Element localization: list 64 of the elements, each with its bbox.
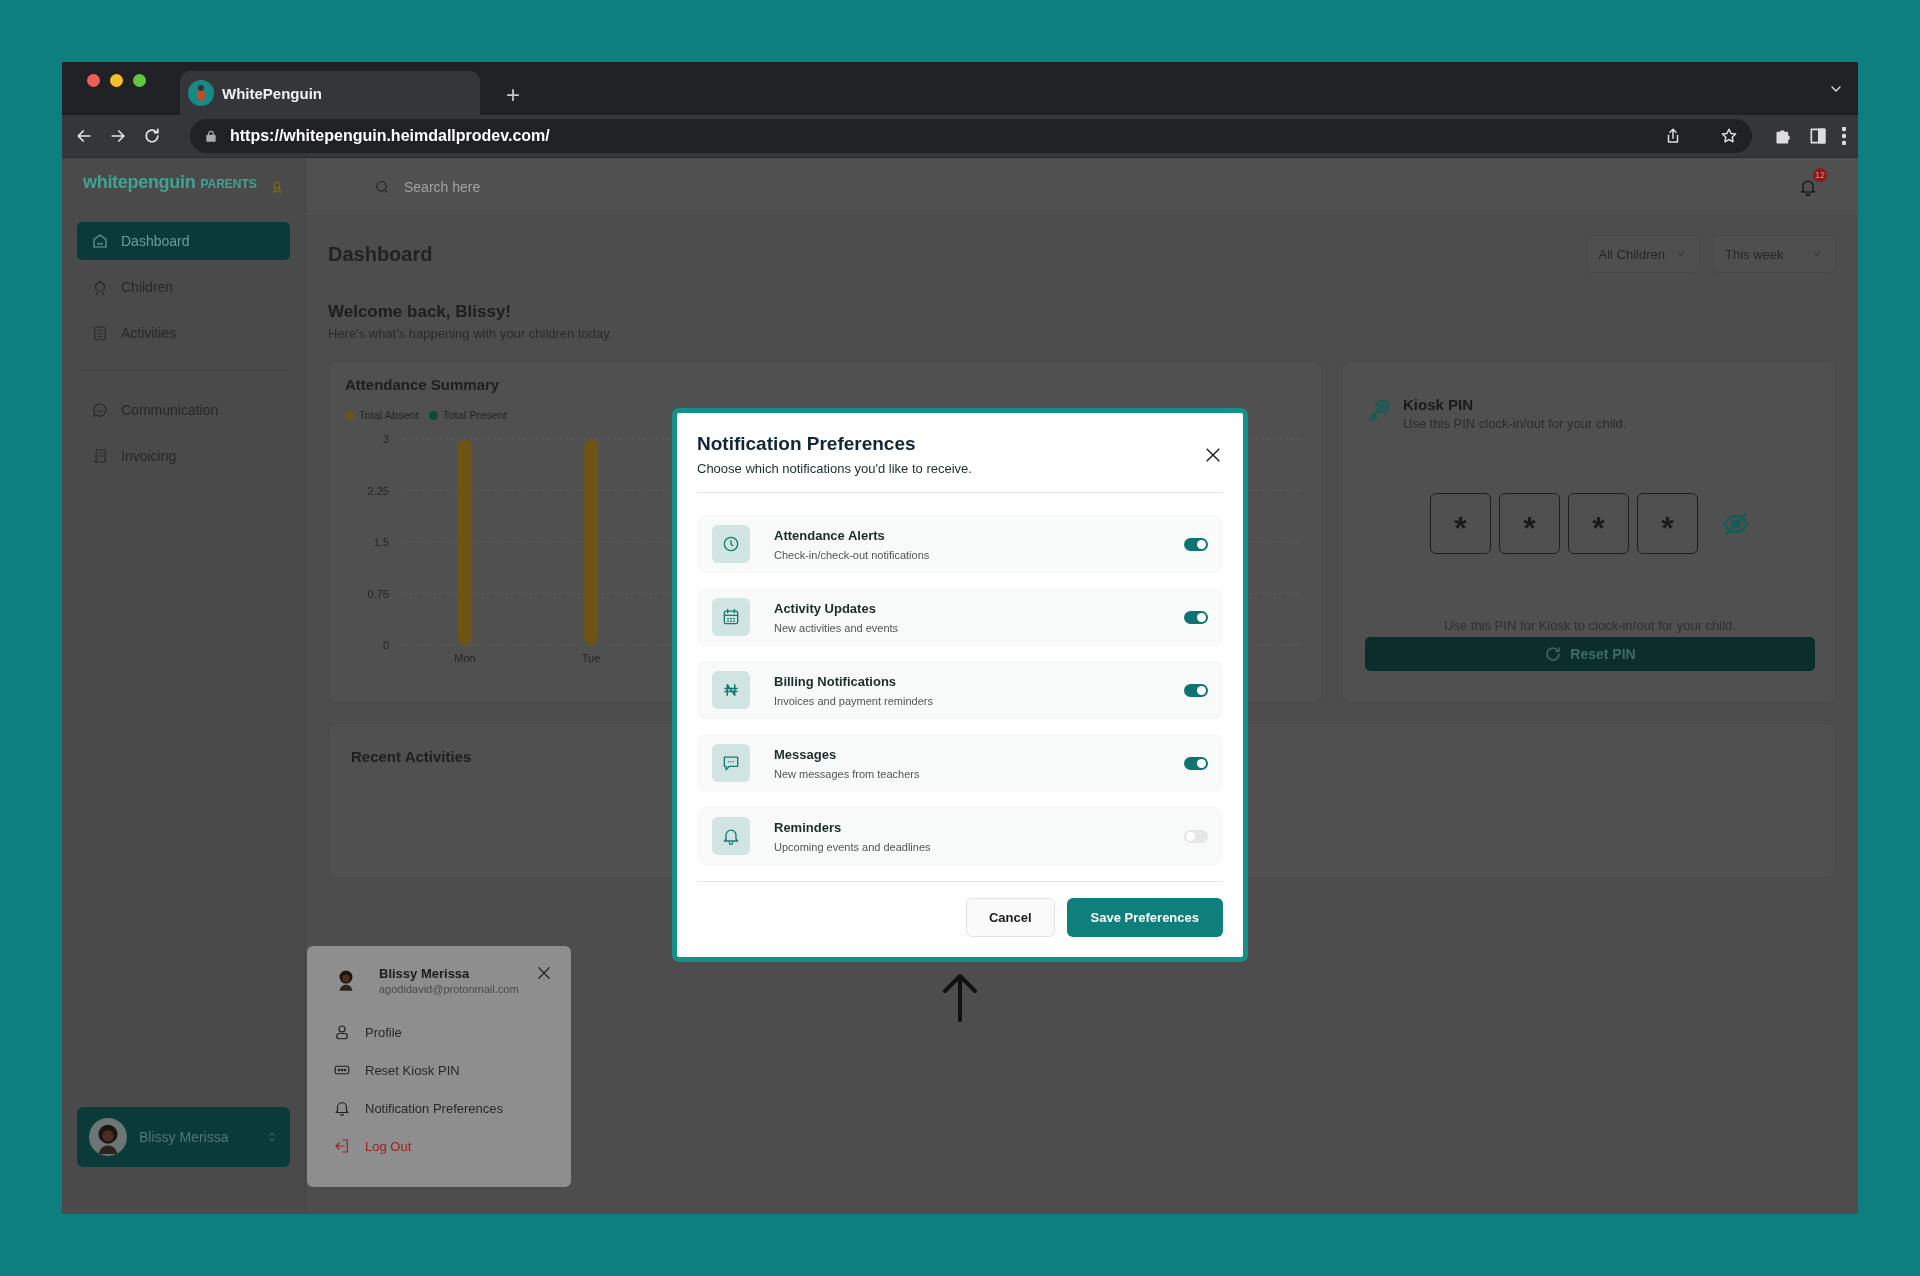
bell-icon <box>333 1099 351 1117</box>
app-logo-icon <box>188 80 214 106</box>
preference-title: Messages <box>774 746 838 762</box>
chat-icon <box>91 401 109 419</box>
menu-item[interactable]: Log Out <box>333 1127 553 1165</box>
preference-description: New messages from teachers <box>774 767 921 780</box>
preference-title: Attendance Alerts <box>774 527 886 543</box>
person-icon <box>333 1023 351 1041</box>
avatar <box>89 1118 127 1156</box>
up-arrow-icon <box>940 972 980 1024</box>
pin-digit-box[interactable]: * <box>1430 493 1491 554</box>
maximize-window-button[interactable] <box>133 74 146 87</box>
more-vertical-icon <box>1842 127 1846 145</box>
star-icon <box>1720 127 1738 145</box>
toggle-switch[interactable] <box>1184 683 1208 697</box>
logo-text: whitepenguin <box>83 172 196 193</box>
preference-description: Upcoming events and deadlines <box>774 840 932 853</box>
logo-subtitle: PARENTS <box>200 177 257 191</box>
preference-title: Activity Updates <box>774 600 877 616</box>
menu-item[interactable]: Reset Kiosk PIN <box>333 1051 553 1089</box>
sidebar-panel-icon <box>1808 126 1828 146</box>
save-preferences-button[interactable]: Save Preferences <box>1066 898 1223 937</box>
lock-icon <box>204 129 218 143</box>
close-window-button[interactable] <box>87 74 100 87</box>
reload-icon <box>142 126 162 146</box>
pin-digit-box[interactable]: * <box>1499 493 1560 554</box>
user-name: Blissy Merissa <box>379 966 471 981</box>
receipt-icon <box>91 447 109 465</box>
sidebar-item[interactable]: Dashboard <box>77 222 290 260</box>
toggle-switch[interactable] <box>1184 610 1208 624</box>
naira-icon <box>722 681 740 699</box>
dialog-subtitle: Choose which notifications you'd like to receive. <box>697 461 972 476</box>
toggle-switch[interactable] <box>1184 537 1208 551</box>
new-tab-button[interactable]: + <box>502 81 524 109</box>
dialog-title: Notification Preferences <box>697 433 917 455</box>
preference-description: New activities and events <box>774 621 900 634</box>
cancel-button[interactable]: Cancel <box>965 898 1055 937</box>
calendar-icon <box>721 607 741 627</box>
clipboard-icon <box>91 324 109 342</box>
chevron-up-down-icon <box>266 1130 278 1144</box>
home-icon <box>91 232 109 250</box>
browser-tab[interactable]: WhitePenguin <box>180 71 480 115</box>
menu-item[interactable]: Notification Preferences <box>333 1089 553 1127</box>
logout-icon <box>333 1137 351 1155</box>
reset-pin-button[interactable]: Reset PIN <box>1365 637 1815 671</box>
search-icon <box>374 178 390 195</box>
preference-title: Billing Notifications <box>774 673 898 689</box>
preference-title: Reminders <box>774 819 843 835</box>
url-text[interactable]: https://whitepenguin.heimdallprodev.com/ <box>230 127 550 145</box>
pin-digit-box[interactable]: * <box>1568 493 1629 554</box>
preference-description: Check-in/check-out notifications <box>774 548 931 561</box>
toggle-switch[interactable] <box>1184 829 1208 843</box>
user-email: agodidavid@protonmail.com <box>379 983 519 995</box>
close-icon <box>535 964 553 982</box>
clock-icon <box>721 534 741 554</box>
minimize-window-button[interactable] <box>110 74 123 87</box>
notification-count-badge: 12 <box>1813 167 1827 182</box>
search-field[interactable]: Search here <box>402 177 602 196</box>
refresh-icon <box>1544 645 1563 663</box>
toggle-switch[interactable] <box>1184 756 1208 770</box>
menu-item[interactable]: Profile <box>333 1013 553 1051</box>
pin-digit-box[interactable]: * <box>1637 493 1698 554</box>
user-account-button[interactable]: Blissy Merissa <box>77 1107 290 1167</box>
preference-description: Invoices and payment reminders <box>774 694 934 707</box>
